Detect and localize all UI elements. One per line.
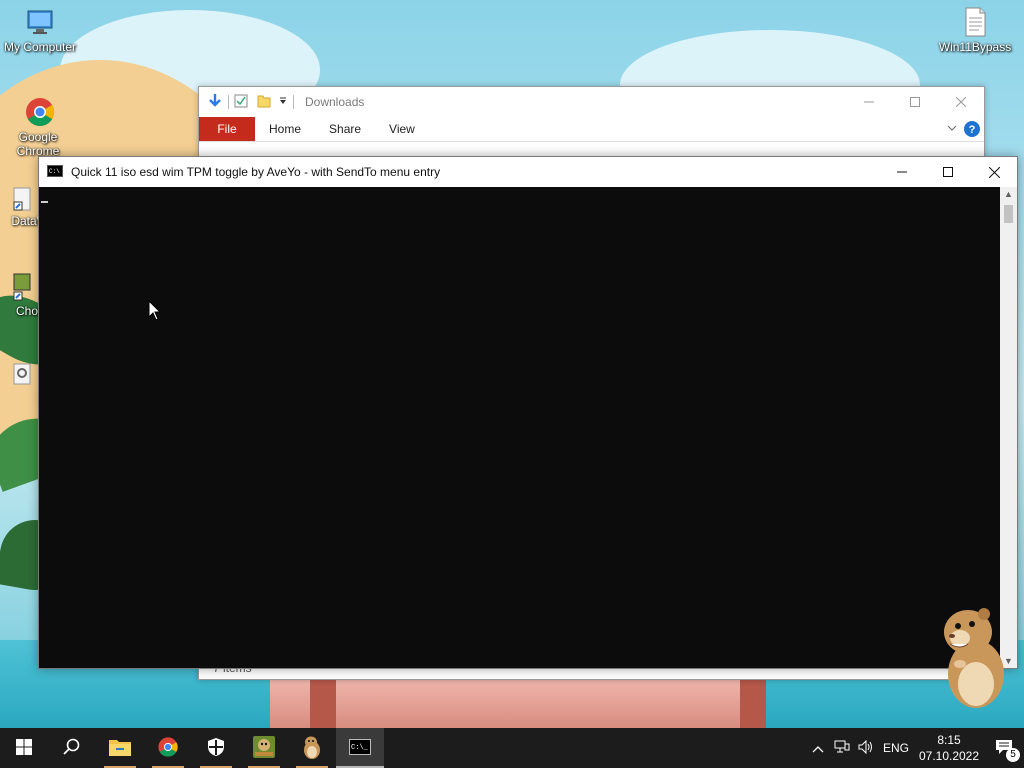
hamster-mascot[interactable]	[938, 604, 1010, 715]
console-icon: C:\_	[349, 738, 371, 758]
scrollbar-thumb[interactable]	[1004, 205, 1013, 223]
mouse-pointer-icon	[148, 299, 162, 325]
shortcut-icon	[12, 186, 32, 212]
start-button[interactable]	[0, 728, 48, 768]
maximize-button[interactable]	[892, 87, 938, 117]
monitor-icon	[24, 6, 56, 38]
input-language-indicator[interactable]: ENG	[878, 741, 914, 755]
notification-count-badge: 5	[1006, 748, 1020, 762]
maximize-button[interactable]	[925, 157, 971, 187]
taskbar-hamster-app[interactable]	[288, 728, 336, 768]
show-hidden-icons-chevron-icon[interactable]	[806, 741, 830, 756]
ribbon-tab-home[interactable]: Home	[255, 117, 315, 141]
desktop-icon-label: Google Chrome	[16, 130, 60, 158]
taskbar-game-app[interactable]	[240, 728, 288, 768]
expand-ribbon-icon[interactable]	[946, 122, 958, 137]
title-separator	[293, 95, 294, 109]
console-titlebar[interactable]: C:\ Quick 11 iso esd wim TPM toggle by A…	[39, 157, 1017, 187]
minimize-button[interactable]	[879, 157, 925, 187]
close-button[interactable]	[938, 87, 984, 117]
quick-access-separator	[228, 95, 229, 109]
minimize-button[interactable]	[846, 87, 892, 117]
system-tray: ENG 8:15 07.10.2022 5	[806, 728, 1024, 768]
wallpaper-pier-post	[310, 678, 336, 728]
windows-logo-icon	[16, 738, 32, 758]
wallpaper-pier	[270, 676, 740, 728]
action-center-button[interactable]: 5	[984, 728, 1024, 768]
console-output[interactable]	[39, 187, 1000, 668]
ribbon-tab-file[interactable]: File	[199, 117, 255, 141]
chrome-icon	[157, 736, 179, 761]
search-icon	[63, 738, 81, 759]
help-icon[interactable]: ?	[963, 120, 981, 141]
download-arrow-icon	[207, 93, 223, 112]
game-icon	[252, 735, 276, 762]
properties-icon[interactable]	[234, 94, 248, 111]
new-folder-icon[interactable]	[256, 93, 272, 112]
desktop-icon-google-chrome[interactable]: Google Chrome	[0, 96, 80, 158]
taskbar: C:\_ ENG 8:15 07.10.2022 5	[0, 728, 1024, 768]
explorer-window-controls	[846, 87, 984, 117]
shield-icon	[207, 737, 225, 760]
svg-text:C:\_: C:\_	[351, 744, 369, 752]
desktop-icon-my-computer[interactable]: My Computer	[0, 6, 80, 54]
console-caret	[41, 201, 48, 203]
volume-icon[interactable]	[854, 739, 878, 757]
shortcut-icon	[12, 272, 32, 302]
taskbar-clock[interactable]: 8:15 07.10.2022	[914, 732, 984, 764]
console-window[interactable]: C:\ Quick 11 iso esd wim TPM toggle by A…	[38, 156, 1018, 669]
close-button[interactable]	[971, 157, 1017, 187]
wallpaper-pier-post	[740, 678, 766, 728]
explorer-title: Downloads	[305, 95, 365, 109]
taskbar-google-chrome[interactable]	[144, 728, 192, 768]
network-icon[interactable]	[830, 740, 854, 757]
clock-time: 8:15	[937, 733, 961, 747]
taskbar-file-explorer[interactable]	[96, 728, 144, 768]
svg-text:?: ?	[969, 124, 976, 136]
text-file-icon	[959, 6, 991, 38]
ribbon-tab-share[interactable]: Share	[315, 117, 375, 141]
taskbar-windows-security[interactable]	[192, 728, 240, 768]
customize-quick-access-icon[interactable]	[278, 95, 288, 109]
hamster-icon	[302, 735, 322, 762]
folder-icon	[108, 737, 132, 760]
settings-file-icon	[12, 362, 32, 388]
explorer-titlebar[interactable]: Downloads	[199, 87, 984, 117]
search-button[interactable]	[48, 728, 96, 768]
svg-text:C:\: C:\	[49, 168, 60, 175]
explorer-ribbon: File Home Share View ?	[199, 117, 984, 142]
desktop-icon-label: My Computer	[3, 40, 77, 54]
console-vertical-scrollbar[interactable]: ▲ ▼	[1000, 187, 1017, 668]
desktop-icon-label: Win11Bypass	[938, 40, 1012, 54]
console-window-controls	[879, 157, 1017, 187]
console-title: Quick 11 iso esd wim TPM toggle by AveYo…	[71, 165, 441, 179]
ribbon-tab-view[interactable]: View	[375, 117, 429, 141]
taskbar-command-prompt[interactable]: C:\_	[336, 728, 384, 768]
chrome-icon	[24, 96, 56, 128]
desktop-icon-win11bypass[interactable]: Win11Bypass	[934, 6, 1016, 54]
scroll-up-icon[interactable]: ▲	[1004, 189, 1013, 199]
clock-date: 07.10.2022	[918, 749, 980, 763]
console-icon: C:\	[47, 164, 63, 180]
